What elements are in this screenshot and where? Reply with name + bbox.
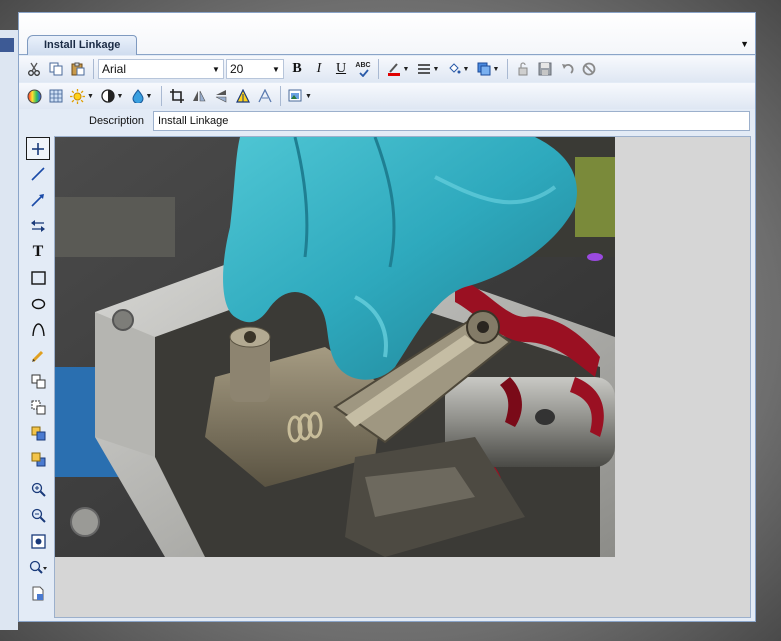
zoom-menu-tool[interactable] <box>26 556 50 579</box>
color-wheel-icon[interactable] <box>23 85 45 107</box>
brightness-icon <box>70 88 86 104</box>
image-toolbar: ▼ ▼ ▼ ▼ <box>19 83 755 109</box>
description-row: Description <box>19 110 755 134</box>
pointer-tool[interactable] <box>26 137 50 160</box>
fit-tool[interactable] <box>26 530 50 553</box>
contrast-icon <box>100 89 115 103</box>
ellipse-tool[interactable] <box>26 292 50 315</box>
line-style-button[interactable]: ▼ <box>413 58 443 80</box>
image-canvas[interactable] <box>54 136 751 618</box>
zoom-in-tool[interactable] <box>26 478 50 501</box>
chevron-down-icon[interactable]: ▼ <box>209 60 223 78</box>
fill-color-button[interactable]: ▼ <box>443 58 473 80</box>
font-color-button[interactable]: ▼ <box>383 58 413 80</box>
arrow-tool[interactable] <box>26 188 50 211</box>
image-options-button[interactable]: ▼ <box>285 85 315 107</box>
description-input[interactable] <box>153 111 750 131</box>
spellcheck-button[interactable]: ABC <box>352 58 374 80</box>
paste-icon[interactable] <box>67 58 89 80</box>
tab-install-linkage[interactable]: Install Linkage <box>27 35 137 55</box>
bold-button[interactable]: B <box>286 58 308 80</box>
tab-menu-chevron-down-icon[interactable]: ▼ <box>740 39 749 49</box>
toolbar-separator <box>280 86 281 106</box>
double-arrow-tool[interactable] <box>26 214 50 237</box>
linkage-photo <box>55 137 615 557</box>
group-tool[interactable] <box>26 370 50 393</box>
font-family-value: Arial <box>102 62 127 76</box>
line-style-icon <box>417 64 430 74</box>
line-tool[interactable] <box>26 162 50 185</box>
copy-icon[interactable] <box>45 58 67 80</box>
ungroup-tool[interactable] <box>26 396 50 419</box>
fill-color-icon <box>448 63 461 74</box>
underline-button[interactable]: U <box>330 58 352 80</box>
contrast-button[interactable]: ▼ <box>97 85 127 107</box>
left-dock-strip <box>0 30 18 630</box>
save-icon[interactable] <box>534 58 556 80</box>
pencil-tool[interactable] <box>26 344 50 367</box>
hue-icon <box>132 89 144 103</box>
sharpen-icon[interactable] <box>232 85 254 107</box>
chevron-down-icon[interactable]: ▼ <box>269 60 283 78</box>
flip-horizontal-icon[interactable] <box>188 85 210 107</box>
texture-icon[interactable] <box>45 85 67 107</box>
cut-icon[interactable] <box>23 58 45 80</box>
bring-front-tool[interactable] <box>26 422 50 445</box>
arrange-button[interactable]: ▼ <box>473 58 503 80</box>
brightness-button[interactable]: ▼ <box>67 85 97 107</box>
arrange-icon <box>477 62 491 76</box>
formatting-toolbar: Arial ▼ 20 ▼ B I U ABC ▼ ▼ ▼ ▼ <box>19 56 755 82</box>
undo-icon[interactable] <box>556 58 578 80</box>
rectangle-tool[interactable] <box>26 266 50 289</box>
toolbar-separator <box>378 59 379 79</box>
curve-tool[interactable] <box>26 318 50 341</box>
spellcheck-icon: ABC <box>355 61 371 69</box>
crop-icon[interactable] <box>166 85 188 107</box>
page-tool[interactable] <box>26 582 50 605</box>
zoom-out-tool[interactable] <box>26 504 50 527</box>
description-label: Description <box>89 115 145 127</box>
font-family-select[interactable]: Arial ▼ <box>98 59 224 79</box>
image-options-icon <box>288 89 302 102</box>
drawing-tools-sidebar: T <box>23 134 53 620</box>
toolbar-separator <box>93 59 94 79</box>
blur-icon[interactable] <box>254 85 276 107</box>
document-tabbar: Install Linkage ▼ <box>19 13 755 55</box>
lock-icon[interactable] <box>512 58 534 80</box>
toolbar-separator <box>507 59 508 79</box>
cancel-icon[interactable] <box>578 58 600 80</box>
toolbar-separator <box>161 86 162 106</box>
font-size-value: 20 <box>230 62 244 76</box>
editor-window: Install Linkage ▼ Arial ▼ 20 ▼ B I U ABC <box>18 12 756 622</box>
send-back-tool[interactable] <box>26 448 50 471</box>
font-color-icon <box>387 63 400 76</box>
font-size-select[interactable]: 20 ▼ <box>226 59 284 79</box>
italic-button[interactable]: I <box>308 58 330 80</box>
hue-button[interactable]: ▼ <box>127 85 157 107</box>
flip-vertical-icon[interactable] <box>210 85 232 107</box>
text-tool[interactable]: T <box>26 240 50 263</box>
dock-tab-icon[interactable] <box>0 38 14 52</box>
